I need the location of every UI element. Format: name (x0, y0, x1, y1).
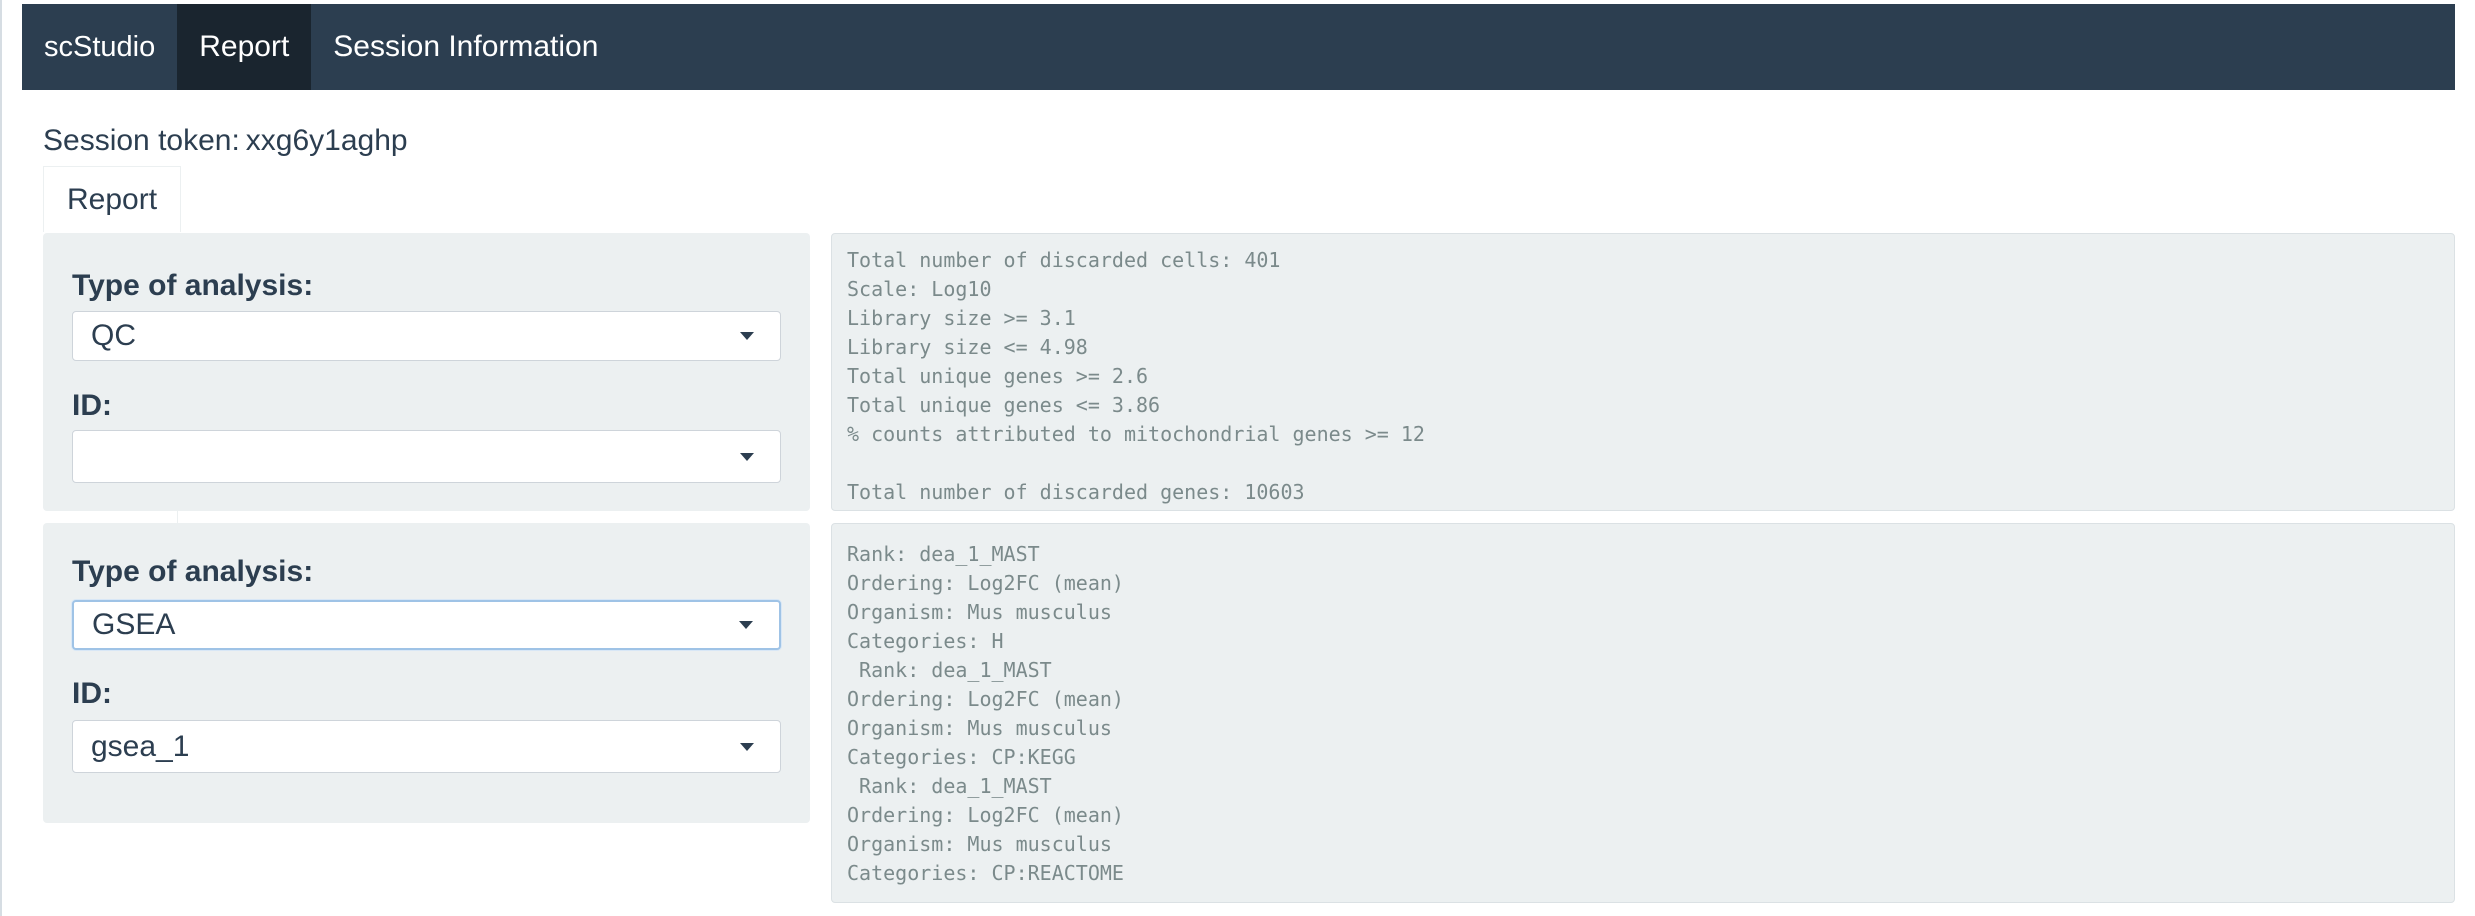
output-line: Ordering: Log2FC (mean) (847, 687, 1124, 711)
nav-item-session-information[interactable]: Session Information (311, 4, 620, 90)
output-line: % counts attributed to mitochondrial gen… (847, 422, 1425, 446)
output-line: Rank: dea_1_MAST (847, 542, 1040, 566)
output-line: Organism: Mus musculus (847, 600, 1112, 624)
analysis-panel-2: Type of analysis: GSEA ID: gsea_1 (43, 523, 810, 823)
output-line: Ordering: Log2FC (mean) (847, 571, 1124, 595)
output-line: Total unique genes <= 3.86 (847, 393, 1161, 417)
analysis-type-select[interactable]: QC (72, 311, 781, 361)
analysis-type-value: GSEA (92, 608, 176, 641)
output-line: Total number of discarded cells: 401 (847, 248, 1281, 272)
session-token-label: Session token: (43, 124, 240, 157)
output-line: Categories: H (847, 629, 1004, 653)
output-line: Organism: Mus musculus (847, 832, 1112, 856)
top-navbar: scStudio Report Session Information (22, 4, 2455, 90)
session-token-value: xxg6y1aghp (245, 124, 408, 157)
output-line: Rank: dea_1_MAST (847, 658, 1052, 682)
id-label: ID: (72, 389, 112, 422)
page-left-border (0, 0, 2, 916)
analysis-panel-1: Type of analysis: QC ID: (43, 233, 810, 511)
analysis-type-label: Type of analysis: (72, 269, 314, 302)
output-line: Total number of discarded genes: 10603 (847, 480, 1305, 504)
divider (43, 511, 178, 523)
analysis-type-label: Type of analysis: (72, 555, 314, 588)
analysis-type-select[interactable]: GSEA (72, 600, 781, 650)
output-line: Organism: Mus musculus (847, 716, 1112, 740)
session-token-line: Session token: xxg6y1aghp (43, 124, 408, 158)
id-label: ID: (72, 677, 112, 710)
report-output-2: Rank: dea_1_MAST Ordering: Log2FC (mean)… (831, 523, 2455, 903)
tab-bar: Report (43, 166, 182, 232)
report-output-1: Total number of discarded cells: 401 Sca… (831, 233, 2455, 511)
id-value: gsea_1 (91, 729, 190, 763)
chevron-down-icon (740, 452, 754, 461)
output-line: Categories: CP:REACTOME (847, 861, 1124, 885)
output-line: Library size >= 3.1 (847, 306, 1076, 330)
output-line: Total unique genes >= 2.6 (847, 364, 1149, 388)
tab-report[interactable]: Report (43, 166, 182, 232)
output-line: Ordering: Log2FC (mean) (847, 803, 1124, 827)
id-select[interactable] (72, 430, 781, 483)
nav-item-report[interactable]: Report (177, 4, 312, 90)
analysis-type-value: QC (91, 319, 136, 352)
output-line: Scale: Log10 (847, 277, 992, 301)
output-line: Library size <= 4.98 (847, 335, 1088, 359)
chevron-down-icon (740, 332, 754, 340)
brand-title[interactable]: scStudio (22, 4, 177, 90)
output-line: Rank: dea_1_MAST (847, 774, 1052, 798)
chevron-down-icon (739, 621, 753, 629)
output-line: Categories: CP:KEGG (847, 745, 1076, 769)
chevron-down-icon (740, 742, 754, 751)
id-select[interactable]: gsea_1 (72, 720, 781, 773)
